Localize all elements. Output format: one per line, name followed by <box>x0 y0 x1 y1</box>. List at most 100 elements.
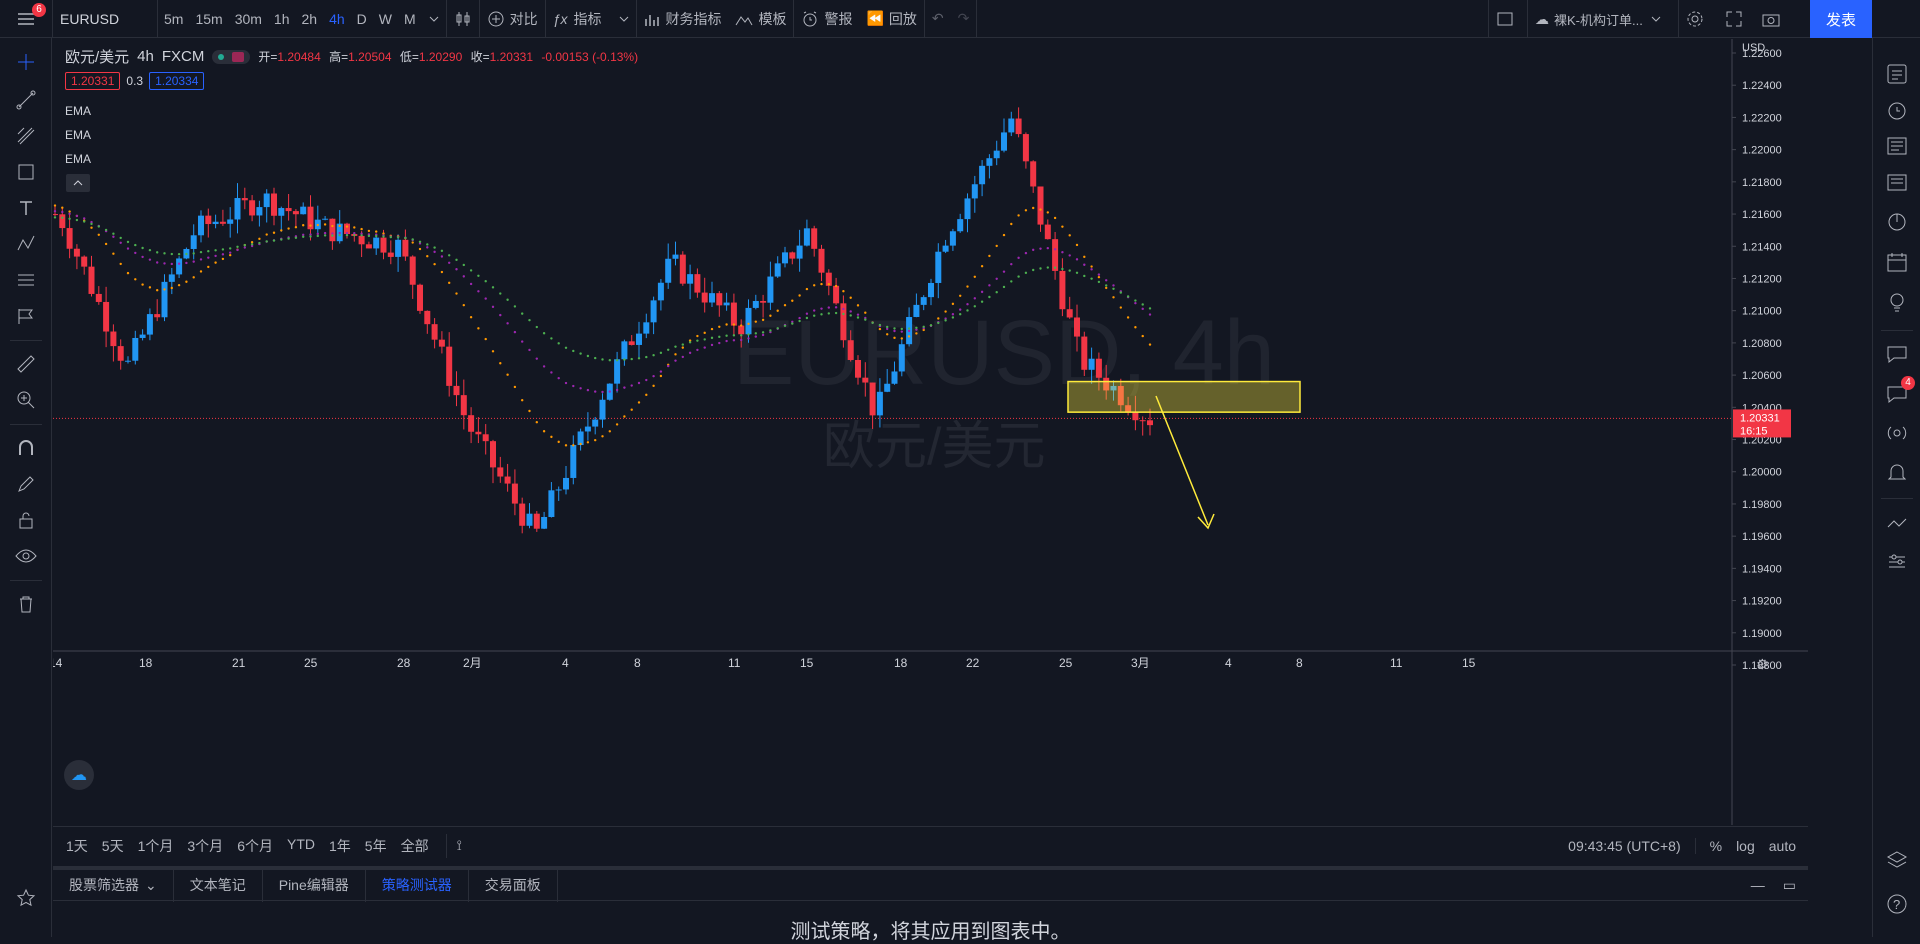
fib-tool-icon[interactable] <box>12 122 40 150</box>
buy-price[interactable]: 1.20334 <box>149 72 205 90</box>
range-4[interactable]: 6个月 <box>230 836 280 856</box>
eye-icon[interactable] <box>12 542 40 570</box>
interval-30m[interactable]: 30m <box>229 0 268 38</box>
undo-button[interactable]: ↶ <box>925 0 951 38</box>
minimize-panel-icon[interactable]: — <box>1751 877 1765 894</box>
ruler-icon[interactable] <box>12 350 40 378</box>
sell-price[interactable]: 1.20331 <box>65 72 121 90</box>
zoom-icon[interactable] <box>12 386 40 414</box>
interval-1h[interactable]: 1h <box>268 0 296 38</box>
favorite-star-icon[interactable] <box>12 884 40 912</box>
candle <box>752 294 759 310</box>
data-window-icon[interactable] <box>1883 168 1911 196</box>
chat-icon[interactable] <box>1883 340 1911 368</box>
ema-legend-2[interactable]: EMA <box>65 128 91 142</box>
publish-button[interactable]: 发表 <box>1810 0 1872 38</box>
streams-icon[interactable] <box>1883 420 1911 448</box>
replay-button[interactable]: ⏪ 回放 <box>859 0 923 38</box>
interval-2h[interactable]: 2h <box>296 0 324 38</box>
range-8[interactable]: 全部 <box>394 836 436 856</box>
interval-dropdown[interactable] <box>422 0 446 38</box>
layout-name: 裸K-机构订单... <box>1554 12 1643 28</box>
interval-15m[interactable]: 15m <box>189 0 228 38</box>
interval-4h[interactable]: 4h <box>323 0 351 38</box>
indicators-button[interactable]: ƒx 指标 <box>546 0 637 38</box>
templates-button[interactable]: 模板 <box>728 0 793 38</box>
range-6[interactable]: 1年 <box>322 836 358 856</box>
percent-toggle[interactable]: % <box>1710 838 1722 854</box>
redo-button[interactable]: ↷ <box>951 0 977 38</box>
maximize-panel-icon[interactable]: ▭ <box>1783 877 1796 894</box>
range-2[interactable]: 1个月 <box>131 836 181 856</box>
shape-tool-icon[interactable] <box>12 158 40 186</box>
pencil-lock-icon[interactable] <box>12 470 40 498</box>
menu-button[interactable]: 6 <box>0 0 52 38</box>
trendline-icon[interactable] <box>12 86 40 114</box>
magnet-icon[interactable] <box>12 434 40 462</box>
tab-4[interactable]: 交易面板 <box>469 868 558 902</box>
alert-button[interactable]: 警报 <box>794 0 859 38</box>
market-status-toggle[interactable] <box>212 49 251 64</box>
settings-button[interactable] <box>1679 0 1719 38</box>
messages-icon[interactable]: 4 <box>1883 376 1915 408</box>
lock-icon[interactable] <box>12 506 40 534</box>
clock-time[interactable]: 09:43:45 (UTC+8) <box>1568 838 1680 854</box>
alarm-icon[interactable] <box>1883 96 1911 124</box>
down-arrow-drawing[interactable] <box>1155 395 1215 530</box>
candle-style-button[interactable] <box>447 0 479 38</box>
close-label: 收= <box>470 50 490 64</box>
snapshot-button[interactable] <box>1755 0 1791 38</box>
high-value: 1.20504 <box>348 50 392 64</box>
ema-legend-1[interactable]: EMA <box>65 104 91 118</box>
axis-settings-gear-icon[interactable]: ⚙ <box>1756 657 1769 673</box>
ema-legend-3[interactable]: EMA <box>65 152 91 166</box>
tab-0[interactable]: 股票筛选器 ⌄ <box>53 868 174 902</box>
auto-toggle[interactable]: auto <box>1769 838 1796 854</box>
order-panel-icon[interactable] <box>1883 548 1911 576</box>
calendar-icon[interactable] <box>1883 248 1911 276</box>
price-chart[interactable]: EURUSD, 4h 欧元/美元 USD1.226001.224001.2220… <box>53 39 1808 825</box>
range-0[interactable]: 1天 <box>59 836 95 856</box>
layers-icon[interactable] <box>1883 846 1911 874</box>
text-tool-icon[interactable] <box>12 194 40 222</box>
range-3[interactable]: 3个月 <box>180 836 230 856</box>
candle <box>971 175 978 213</box>
interval-5m[interactable]: 5m <box>158 0 189 38</box>
flag-icon[interactable] <box>12 302 40 330</box>
notifications-bell-icon[interactable] <box>1883 458 1911 486</box>
depth-of-market-icon[interactable] <box>1883 510 1911 538</box>
trash-icon[interactable] <box>12 590 40 618</box>
ideas-lightbulb-icon[interactable] <box>1883 288 1911 316</box>
tab-3[interactable]: 策略测试器 <box>366 868 469 902</box>
interval-M[interactable]: M <box>398 0 422 38</box>
watchlist-icon[interactable] <box>1883 60 1911 88</box>
crosshair-icon[interactable] <box>12 48 40 76</box>
goto-date-icon[interactable]: ⟟ <box>457 837 462 854</box>
interval-W[interactable]: W <box>373 0 398 38</box>
collapse-legend-button[interactable] <box>66 174 90 192</box>
tab-1[interactable]: 文本笔记 <box>174 868 263 902</box>
saved-layout-button[interactable]: ☁ 裸K-机构订单... <box>1528 0 1678 38</box>
log-toggle[interactable]: log <box>1736 838 1755 854</box>
range-1[interactable]: 5天 <box>95 836 131 856</box>
interval-D[interactable]: D <box>351 0 373 38</box>
tab-2[interactable]: Pine编辑器 <box>263 868 366 902</box>
layout-select-button[interactable] <box>1489 0 1527 38</box>
compare-button[interactable]: 对比 <box>480 0 545 38</box>
news-icon[interactable] <box>1883 132 1911 160</box>
help-icon[interactable]: ? <box>1883 890 1911 918</box>
legend-symbol[interactable]: 欧元/美元 <box>65 46 129 67</box>
pattern-tool-icon[interactable] <box>12 230 40 258</box>
template-icon <box>736 15 753 25</box>
range-7[interactable]: 5年 <box>358 836 394 856</box>
supply-zone-rectangle[interactable] <box>1067 380 1301 413</box>
logo-button[interactable]: ☁ <box>64 760 94 790</box>
candle <box>1139 416 1146 436</box>
range-5[interactable]: YTD <box>280 836 322 856</box>
fullscreen-button[interactable] <box>1719 0 1755 38</box>
financials-button[interactable]: 财务指标 <box>637 0 728 38</box>
prediction-tool-icon[interactable] <box>12 266 40 294</box>
time-tick: 21 <box>232 656 246 670</box>
hotlist-icon[interactable] <box>1883 208 1911 236</box>
symbol-search[interactable]: EURUSD <box>53 0 157 38</box>
